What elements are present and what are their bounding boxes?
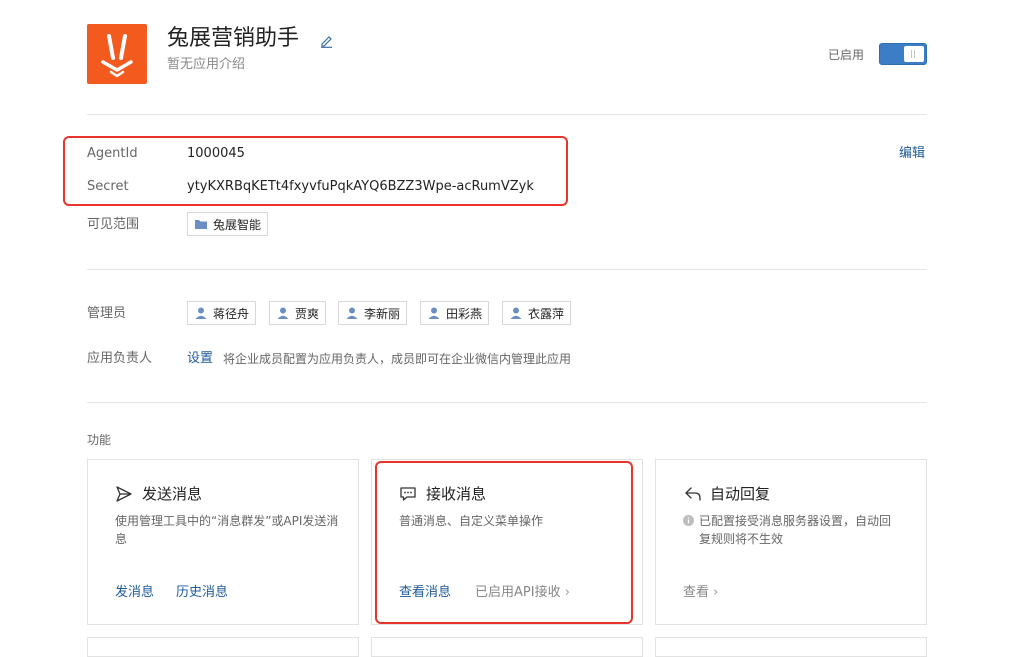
agentid-label: AgentId <box>87 146 138 161</box>
view-auto-reply-label: 查看 <box>683 585 710 600</box>
send-message-link[interactable]: 发消息 <box>115 584 154 602</box>
send-message-title: 发送消息 <box>142 485 203 503</box>
folder-icon <box>195 220 207 229</box>
toggle-knob <box>904 46 924 62</box>
feature-card-partial <box>655 637 927 657</box>
visible-range-tag-label: 兔展智能 <box>213 217 262 232</box>
divider <box>87 402 927 403</box>
app-enable-toggle[interactable] <box>879 43 927 65</box>
feature-card-partial <box>87 637 359 657</box>
visible-range-label: 可见范围 <box>87 217 140 232</box>
rabbit-logo-icon <box>101 34 133 78</box>
chevron-right-icon: › <box>564 585 570 600</box>
admin-tag[interactable]: 贾爽 <box>269 301 327 325</box>
divider <box>87 114 927 115</box>
app-status-label: 已启用 <box>828 48 865 62</box>
chevron-right-icon: › <box>713 585 719 600</box>
owner-set-link[interactable]: 设置 <box>187 350 213 368</box>
app-logo <box>87 24 147 84</box>
visible-range-tag[interactable]: 兔展智能 <box>187 212 269 236</box>
auto-reply-title: 自动回复 <box>710 485 771 503</box>
receive-message-desc: 普通消息、自定义菜单操作 <box>399 514 544 528</box>
user-icon <box>195 307 207 319</box>
reply-icon <box>685 487 701 501</box>
auto-reply-desc: 已配置接受消息服务器设置，自动回复规则将不生效 <box>699 514 892 546</box>
admin-name: 衣露萍 <box>528 306 565 321</box>
user-icon <box>510 307 522 319</box>
view-messages-link[interactable]: 查看消息 <box>399 584 451 602</box>
divider <box>87 269 927 270</box>
admin-tag[interactable]: 蒋径舟 <box>187 301 257 325</box>
owner-hint: 将企业成员配置为应用负责人，成员即可在企业微信内管理此应用 <box>223 352 572 366</box>
admin-tag[interactable]: 李新丽 <box>338 301 408 325</box>
agentid-value: 1000045 <box>187 146 245 161</box>
feature-card-partial <box>371 637 643 657</box>
user-icon <box>346 307 358 319</box>
app-description: 暂无应用介绍 <box>167 57 246 72</box>
view-auto-reply-link[interactable]: 查看 › <box>683 584 718 602</box>
info-icon <box>683 515 694 526</box>
edit-info-link[interactable]: 编辑 <box>899 145 925 163</box>
secret-label: Secret <box>87 179 129 194</box>
app-title: 兔展营销助手 <box>167 26 300 51</box>
send-message-desc: 使用管理工具中的“消息群发”或API发送消息 <box>115 514 339 546</box>
admin-name: 蒋径舟 <box>213 306 250 321</box>
admin-name: 李新丽 <box>364 306 401 321</box>
history-messages-link[interactable]: 历史消息 <box>176 584 228 602</box>
user-icon <box>277 307 289 319</box>
chat-bubble-icon <box>400 487 416 501</box>
admin-tag[interactable]: 衣露萍 <box>502 301 572 325</box>
owner-label: 应用负责人 <box>87 351 153 366</box>
admin-name: 田彩燕 <box>446 306 483 321</box>
admin-name: 贾爽 <box>295 306 320 321</box>
features-section-label: 功能 <box>87 433 112 447</box>
api-receive-status-label: 已启用API接收 <box>475 585 561 600</box>
secret-value: ytyKXRBqKETt4fxyvfuPqkAYQ6BZZ3Wpe-acRumV… <box>187 179 534 194</box>
send-icon <box>116 486 132 502</box>
receive-message-title: 接收消息 <box>426 485 487 503</box>
admin-tag[interactable]: 田彩燕 <box>420 301 490 325</box>
api-receive-status[interactable]: 已启用API接收 › <box>475 584 570 602</box>
edit-name-pencil-icon[interactable] <box>319 33 333 48</box>
user-icon <box>428 307 440 319</box>
admins-label: 管理员 <box>87 306 127 321</box>
